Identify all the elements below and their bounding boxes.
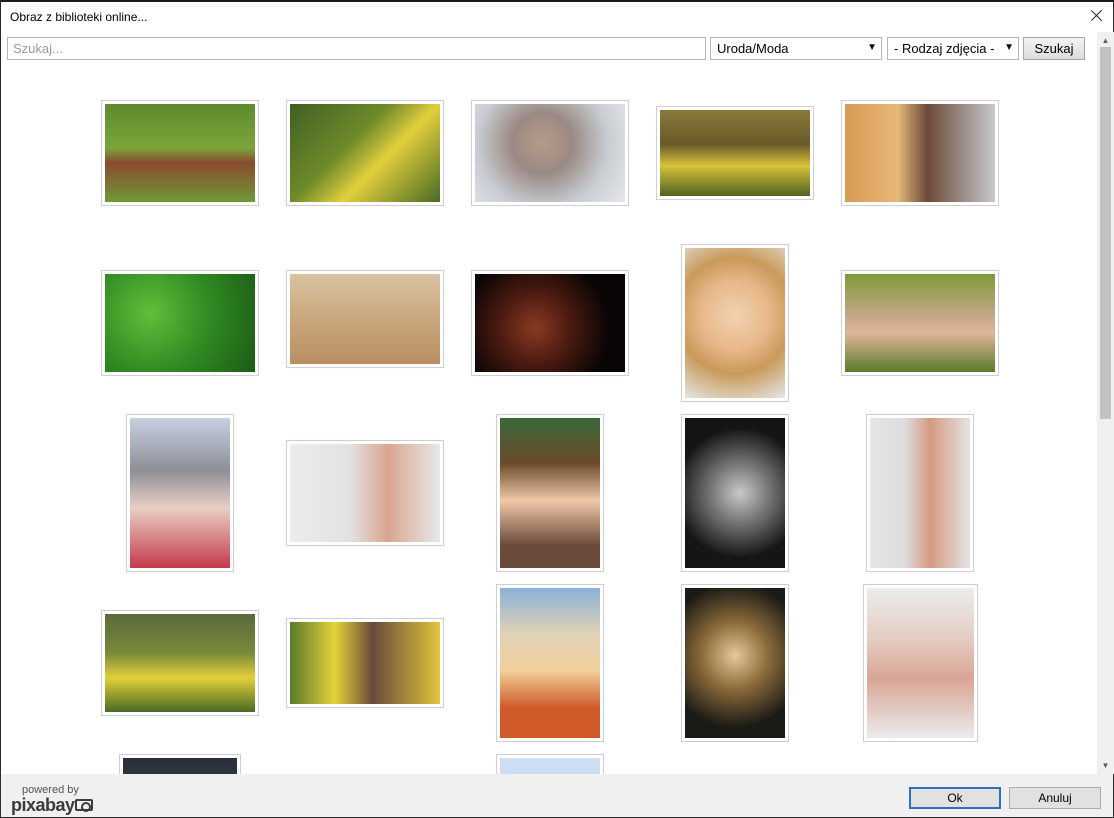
photo-image — [290, 622, 440, 704]
photo-image — [500, 418, 600, 568]
image-thumbnail[interactable] — [681, 244, 789, 402]
photo-type-select-value: - Rodzaj zdjęcia - — [894, 41, 995, 56]
image-thumbnail[interactable] — [101, 610, 259, 716]
chevron-down-icon: ▼ — [1004, 42, 1014, 53]
camera-icon — [75, 799, 93, 812]
image-thumbnail[interactable] — [101, 270, 259, 376]
chevron-down-icon: ▼ — [867, 42, 877, 53]
image-thumbnail[interactable] — [119, 754, 241, 774]
photo-image — [123, 758, 237, 774]
photo-image — [500, 758, 600, 774]
category-select-value: Uroda/Moda — [717, 41, 789, 56]
image-thumbnail[interactable] — [286, 440, 444, 546]
image-thumbnail[interactable] — [496, 414, 604, 572]
title-bar: Obraz z biblioteki online... — [1, 2, 1113, 32]
vertical-scrollbar[interactable]: ▲ ▼ — [1097, 32, 1114, 774]
search-button[interactable]: Szukaj — [1023, 37, 1085, 60]
image-gallery — [1, 62, 1097, 774]
photo-image — [475, 274, 625, 372]
cancel-button[interactable]: Anuluj — [1009, 787, 1101, 809]
photo-image — [660, 110, 810, 196]
image-thumbnail[interactable] — [841, 100, 999, 206]
photo-type-select[interactable]: - Rodzaj zdjęcia - ▼ — [887, 37, 1019, 60]
photo-image — [290, 104, 440, 202]
photo-image — [105, 614, 255, 712]
photo-image — [685, 588, 785, 738]
online-library-dialog: Obraz z biblioteki online... Uroda/Moda … — [0, 0, 1114, 818]
photo-image — [685, 248, 785, 398]
image-thumbnail[interactable] — [471, 100, 629, 206]
photo-image — [290, 274, 440, 364]
photo-image — [130, 418, 230, 568]
close-icon[interactable] — [1087, 6, 1107, 26]
image-thumbnail[interactable] — [866, 414, 974, 572]
image-thumbnail[interactable] — [471, 270, 629, 376]
image-thumbnail[interactable] — [681, 414, 789, 572]
photo-image — [475, 104, 625, 202]
pixabay-logo: pixabay — [11, 795, 75, 815]
scrollbar-thumb[interactable] — [1100, 47, 1111, 419]
photo-image — [845, 274, 995, 372]
photo-image — [685, 418, 785, 568]
dialog-footer: powered by pixabay Ok Anuluj — [1, 774, 1113, 817]
image-thumbnail[interactable] — [286, 618, 444, 708]
category-select[interactable]: Uroda/Moda ▼ — [710, 37, 882, 60]
photo-image — [500, 588, 600, 738]
photo-image — [845, 104, 995, 202]
arrow-down-icon[interactable]: ▼ — [1097, 757, 1114, 774]
photo-image — [870, 418, 970, 568]
image-thumbnail[interactable] — [126, 414, 234, 572]
image-thumbnail[interactable] — [681, 584, 789, 742]
photo-image — [867, 588, 974, 738]
search-input[interactable] — [7, 37, 706, 60]
image-thumbnail[interactable] — [496, 584, 604, 742]
image-thumbnail[interactable] — [863, 584, 978, 742]
image-thumbnail[interactable] — [496, 754, 604, 774]
image-thumbnail[interactable] — [286, 270, 444, 368]
image-thumbnail[interactable] — [656, 106, 814, 200]
photo-image — [105, 274, 255, 372]
photo-image — [290, 444, 440, 542]
image-thumbnail[interactable] — [286, 100, 444, 206]
ok-button[interactable]: Ok — [909, 787, 1001, 809]
search-toolbar: Uroda/Moda ▼ - Rodzaj zdjęcia - ▼ Szukaj — [1, 36, 1097, 62]
window-title: Obraz z biblioteki online... — [10, 10, 148, 24]
image-thumbnail[interactable] — [101, 100, 259, 206]
image-thumbnail[interactable] — [841, 270, 999, 376]
photo-image — [105, 104, 255, 202]
